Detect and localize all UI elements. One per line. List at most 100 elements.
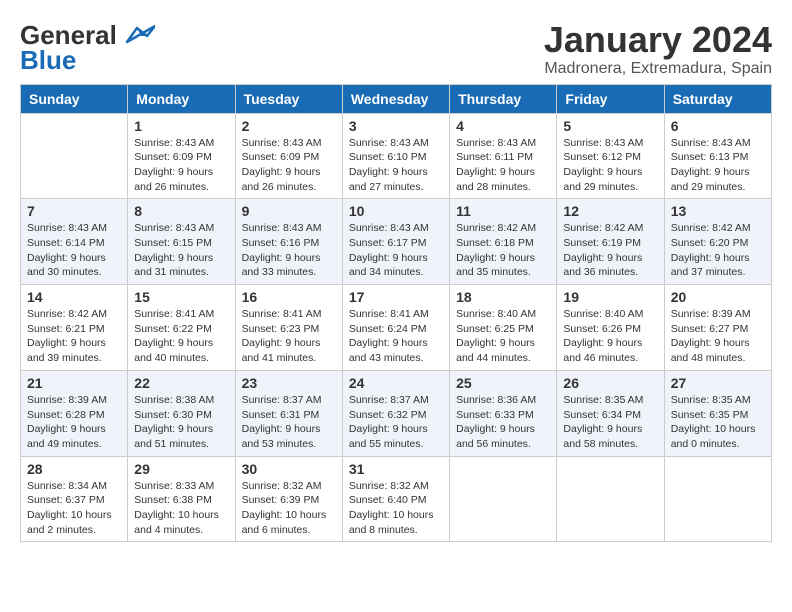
column-header-friday: Friday bbox=[557, 84, 664, 113]
calendar-cell: 6Sunrise: 8:43 AMSunset: 6:13 PMDaylight… bbox=[664, 113, 771, 199]
calendar-week-row: 1 Sunrise: 8:43 AMSunset: 6:09 PMDaylight… bbox=[21, 113, 772, 199]
day-info: Sunrise: 8:42 AMSunset: 6:18 PMDaylight:… bbox=[456, 221, 550, 280]
calendar-cell: 13Sunrise: 8:42 AMSunset: 6:20 PMDayligh… bbox=[664, 199, 771, 285]
day-number: 3 bbox=[349, 118, 443, 134]
calendar-cell: 20 Sunrise: 8:39 AMSunset: 6:27 PMDayligh… bbox=[664, 285, 771, 371]
day-number: 2 bbox=[242, 118, 336, 134]
day-number: 1 bbox=[134, 118, 228, 134]
day-number: 25 bbox=[456, 375, 550, 391]
calendar-cell: 23 Sunrise: 8:37 AMSunset: 6:31 PMDayligh… bbox=[235, 370, 342, 456]
column-header-thursday: Thursday bbox=[450, 84, 557, 113]
calendar-cell: 15Sunrise: 8:41 AMSunset: 6:22 PMDayligh… bbox=[128, 285, 235, 371]
day-info: Sunrise: 8:43 AMSunset: 6:09 PMDaylight:… bbox=[242, 136, 336, 195]
day-info: Sunrise: 8:39 AMSunset: 6:28 PMDaylight:… bbox=[27, 393, 121, 452]
column-header-saturday: Saturday bbox=[664, 84, 771, 113]
day-number: 5 bbox=[563, 118, 657, 134]
logo: General Blue bbox=[20, 20, 155, 76]
calendar-cell bbox=[664, 456, 771, 542]
day-info: Sunrise: 8:37 AMSunset: 6:31 PMDaylight:… bbox=[242, 393, 336, 452]
day-number: 8 bbox=[134, 203, 228, 219]
day-number: 11 bbox=[456, 203, 550, 219]
calendar-cell: 28 Sunrise: 8:34 AMSunset: 6:37 PMDayligh… bbox=[21, 456, 128, 542]
day-number: 24 bbox=[349, 375, 443, 391]
calendar-week-row: 21 Sunrise: 8:39 AMSunset: 6:28 PMDayligh… bbox=[21, 370, 772, 456]
day-info: Sunrise: 8:43 AMSunset: 6:11 PMDaylight:… bbox=[456, 136, 550, 195]
day-number: 27 bbox=[671, 375, 765, 391]
calendar-cell: 27 Sunrise: 8:35 AMSunset: 6:35 PMDayligh… bbox=[664, 370, 771, 456]
day-number: 22 bbox=[134, 375, 228, 391]
day-number: 28 bbox=[27, 461, 121, 477]
day-info: Sunrise: 8:41 AMSunset: 6:24 PMDaylight:… bbox=[349, 307, 443, 366]
day-number: 12 bbox=[563, 203, 657, 219]
calendar-cell: 2 Sunrise: 8:43 AMSunset: 6:09 PMDaylight… bbox=[235, 113, 342, 199]
day-number: 23 bbox=[242, 375, 336, 391]
day-info: Sunrise: 8:43 AMSunset: 6:16 PMDaylight:… bbox=[242, 221, 336, 280]
day-info: Sunrise: 8:39 AMSunset: 6:27 PMDaylight:… bbox=[671, 307, 765, 366]
calendar-cell: 9 Sunrise: 8:43 AMSunset: 6:16 PMDaylight… bbox=[235, 199, 342, 285]
day-number: 18 bbox=[456, 289, 550, 305]
calendar-cell: 26 Sunrise: 8:35 AMSunset: 6:34 PMDayligh… bbox=[557, 370, 664, 456]
calendar-cell: 3 Sunrise: 8:43 AMSunset: 6:10 PMDaylight… bbox=[342, 113, 449, 199]
calendar-cell: 30Sunrise: 8:32 AMSunset: 6:39 PMDayligh… bbox=[235, 456, 342, 542]
title-section: January 2024 Madronera, Extremadura, Spa… bbox=[544, 20, 772, 78]
calendar-cell: 12 Sunrise: 8:42 AMSunset: 6:19 PMDayligh… bbox=[557, 199, 664, 285]
column-header-sunday: Sunday bbox=[21, 84, 128, 113]
calendar-cell: 10 Sunrise: 8:43 AMSunset: 6:17 PMDayligh… bbox=[342, 199, 449, 285]
calendar-cell: 22 Sunrise: 8:38 AMSunset: 6:30 PMDayligh… bbox=[128, 370, 235, 456]
calendar-cell: 21 Sunrise: 8:39 AMSunset: 6:28 PMDayligh… bbox=[21, 370, 128, 456]
day-info: Sunrise: 8:34 AMSunset: 6:37 PMDaylight:… bbox=[27, 479, 121, 538]
day-info: Sunrise: 8:43 AMSunset: 6:09 PMDaylight:… bbox=[134, 136, 228, 195]
day-info: Sunrise: 8:32 AMSunset: 6:39 PMDaylight:… bbox=[242, 479, 336, 538]
logo-blue: Blue bbox=[20, 45, 76, 76]
calendar-cell: 16 Sunrise: 8:41 AMSunset: 6:23 PMDayligh… bbox=[235, 285, 342, 371]
day-info: Sunrise: 8:43 AMSunset: 6:17 PMDaylight:… bbox=[349, 221, 443, 280]
calendar-cell: 31 Sunrise: 8:32 AMSunset: 6:40 PMDayligh… bbox=[342, 456, 449, 542]
day-info: Sunrise: 8:42 AMSunset: 6:19 PMDaylight:… bbox=[563, 221, 657, 280]
day-number: 16 bbox=[242, 289, 336, 305]
day-info: Sunrise: 8:43 AMSunset: 6:12 PMDaylight:… bbox=[563, 136, 657, 195]
day-info: Sunrise: 8:40 AMSunset: 6:25 PMDaylight:… bbox=[456, 307, 550, 366]
calendar-cell: 24 Sunrise: 8:37 AMSunset: 6:32 PMDayligh… bbox=[342, 370, 449, 456]
day-number: 4 bbox=[456, 118, 550, 134]
calendar-header-row: SundayMondayTuesdayWednesdayThursdayFrid… bbox=[21, 84, 772, 113]
day-info: Sunrise: 8:43 AMSunset: 6:15 PMDaylight:… bbox=[134, 221, 228, 280]
day-info: Sunrise: 8:42 AMSunset: 6:20 PMDaylight:… bbox=[671, 221, 765, 280]
column-header-tuesday: Tuesday bbox=[235, 84, 342, 113]
day-number: 20 bbox=[671, 289, 765, 305]
day-number: 17 bbox=[349, 289, 443, 305]
day-info: Sunrise: 8:43 AMSunset: 6:10 PMDaylight:… bbox=[349, 136, 443, 195]
day-number: 21 bbox=[27, 375, 121, 391]
day-info: Sunrise: 8:41 AMSunset: 6:23 PMDaylight:… bbox=[242, 307, 336, 366]
calendar-cell: 1 Sunrise: 8:43 AMSunset: 6:09 PMDaylight… bbox=[128, 113, 235, 199]
calendar-cell: 17 Sunrise: 8:41 AMSunset: 6:24 PMDayligh… bbox=[342, 285, 449, 371]
day-number: 10 bbox=[349, 203, 443, 219]
calendar-cell bbox=[21, 113, 128, 199]
day-info: Sunrise: 8:42 AMSunset: 6:21 PMDaylight:… bbox=[27, 307, 121, 366]
month-title: January 2024 bbox=[544, 20, 772, 60]
day-number: 26 bbox=[563, 375, 657, 391]
logo-bird-icon bbox=[119, 24, 155, 48]
day-info: Sunrise: 8:35 AMSunset: 6:35 PMDaylight:… bbox=[671, 393, 765, 452]
day-number: 29 bbox=[134, 461, 228, 477]
day-number: 9 bbox=[242, 203, 336, 219]
day-number: 31 bbox=[349, 461, 443, 477]
day-info: Sunrise: 8:40 AMSunset: 6:26 PMDaylight:… bbox=[563, 307, 657, 366]
calendar-cell: 4 Sunrise: 8:43 AMSunset: 6:11 PMDaylight… bbox=[450, 113, 557, 199]
page-header: General Blue January 2024 Madronera, Ext… bbox=[20, 20, 772, 78]
calendar-cell: 29Sunrise: 8:33 AMSunset: 6:38 PMDayligh… bbox=[128, 456, 235, 542]
calendar-cell bbox=[450, 456, 557, 542]
calendar-cell: 25Sunrise: 8:36 AMSunset: 6:33 PMDayligh… bbox=[450, 370, 557, 456]
day-info: Sunrise: 8:35 AMSunset: 6:34 PMDaylight:… bbox=[563, 393, 657, 452]
day-number: 14 bbox=[27, 289, 121, 305]
calendar-cell: 18 Sunrise: 8:40 AMSunset: 6:25 PMDayligh… bbox=[450, 285, 557, 371]
day-info: Sunrise: 8:43 AMSunset: 6:13 PMDaylight:… bbox=[671, 136, 765, 195]
calendar-cell: 11 Sunrise: 8:42 AMSunset: 6:18 PMDayligh… bbox=[450, 199, 557, 285]
day-info: Sunrise: 8:32 AMSunset: 6:40 PMDaylight:… bbox=[349, 479, 443, 538]
day-info: Sunrise: 8:43 AMSunset: 6:14 PMDaylight:… bbox=[27, 221, 121, 280]
calendar-week-row: 14 Sunrise: 8:42 AMSunset: 6:21 PMDayligh… bbox=[21, 285, 772, 371]
calendar-week-row: 7Sunrise: 8:43 AMSunset: 6:14 PMDaylight… bbox=[21, 199, 772, 285]
day-info: Sunrise: 8:38 AMSunset: 6:30 PMDaylight:… bbox=[134, 393, 228, 452]
calendar-cell: 7Sunrise: 8:43 AMSunset: 6:14 PMDaylight… bbox=[21, 199, 128, 285]
column-header-monday: Monday bbox=[128, 84, 235, 113]
day-info: Sunrise: 8:37 AMSunset: 6:32 PMDaylight:… bbox=[349, 393, 443, 452]
